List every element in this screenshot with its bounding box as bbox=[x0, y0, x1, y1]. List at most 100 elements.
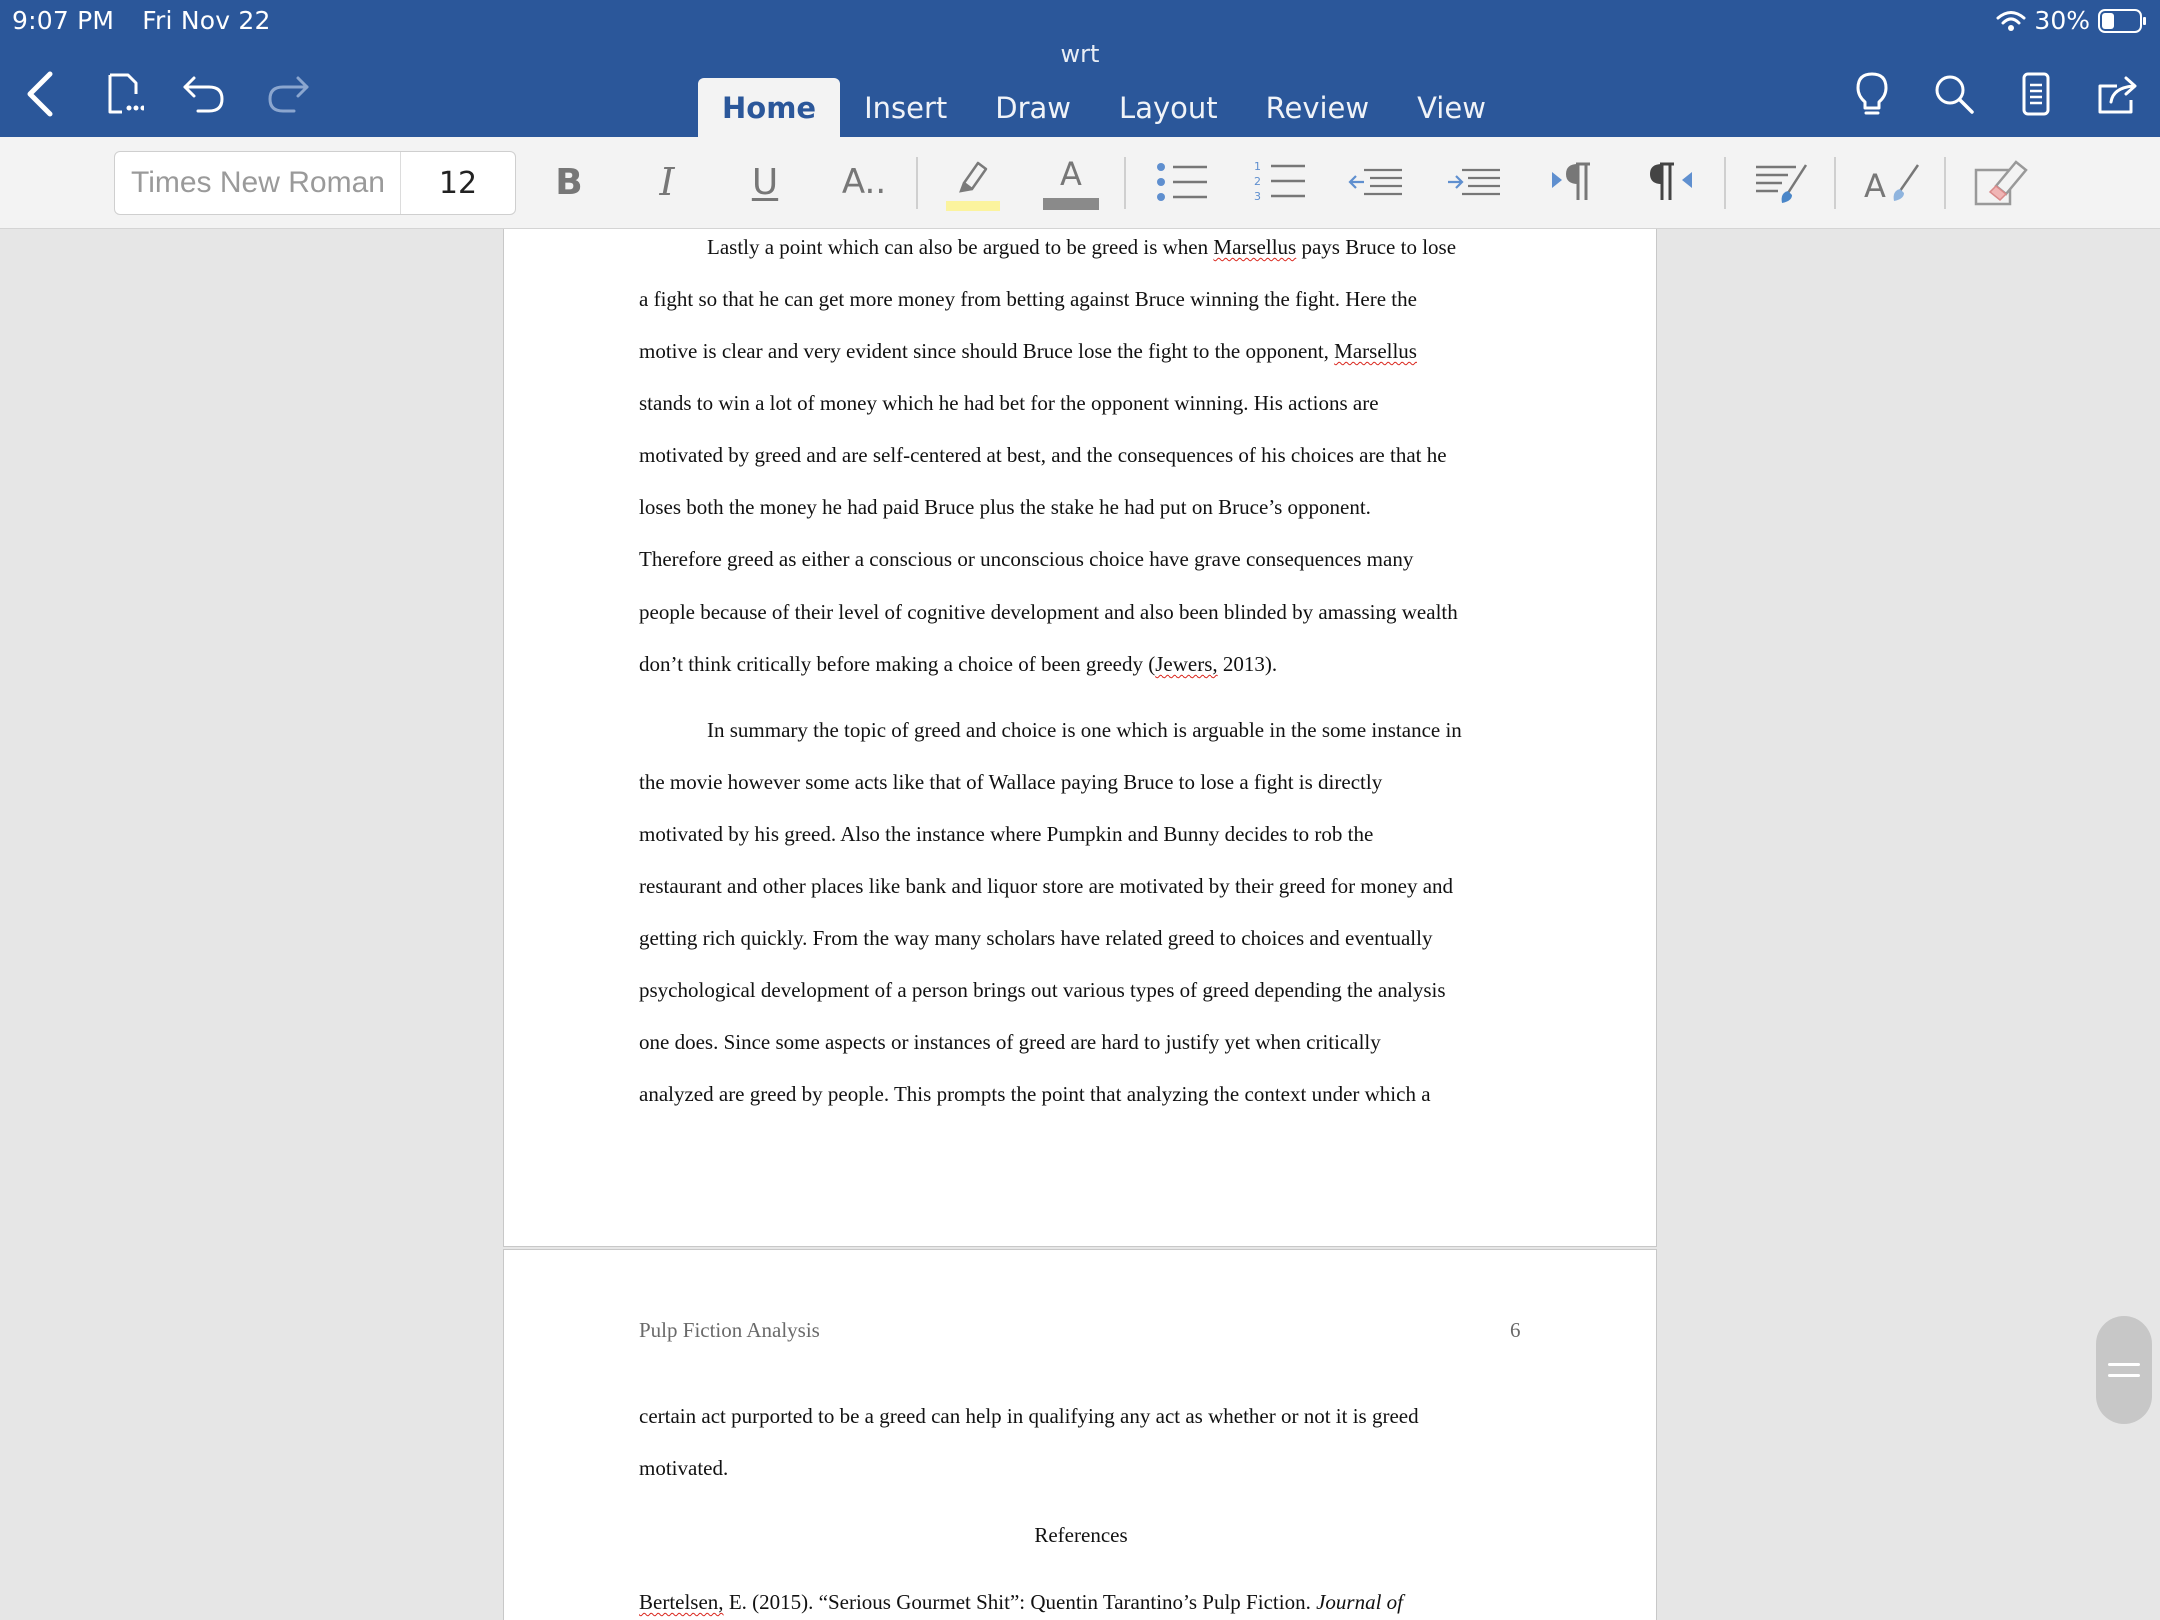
search-icon bbox=[1935, 75, 1974, 114]
reference-entry: Bertelsen, E. (2015). “Serious Gourmet S… bbox=[639, 1590, 1529, 1615]
text-run: motive is clear and very evident since s… bbox=[639, 339, 1335, 363]
spelling-error[interactable]: Marsellus bbox=[1334, 339, 1417, 363]
body-text-line: motivated by his greed. Also the instanc… bbox=[639, 822, 1374, 846]
right-to-left-icon bbox=[1650, 162, 1692, 200]
styles-button[interactable] bbox=[1752, 149, 1810, 215]
body-text-line: getting rich quickly. From the way many … bbox=[639, 926, 1433, 950]
font-picker: Times New Roman 12 bbox=[114, 151, 516, 215]
chevron-left-icon bbox=[27, 71, 53, 117]
search-button[interactable] bbox=[1928, 68, 1980, 120]
status-bar-left: 9:07 PM Fri Nov 22 bbox=[12, 6, 291, 35]
body-text-line: Therefore greed as either a conscious or… bbox=[639, 547, 1414, 571]
body-text-line: one does. Since some aspects or instance… bbox=[639, 1030, 1381, 1054]
text-run: don’t think critically before making a c… bbox=[639, 652, 1156, 676]
svg-text:2: 2 bbox=[1254, 175, 1261, 188]
body-text-line: analyzed are greed by people. This promp… bbox=[639, 1082, 1431, 1106]
bullets-button[interactable] bbox=[1154, 149, 1210, 215]
redo-icon bbox=[268, 76, 309, 113]
outdent-icon bbox=[1348, 168, 1402, 196]
tab-layout[interactable]: Layout bbox=[1095, 78, 1242, 137]
file-icon bbox=[108, 73, 144, 114]
status-bar-right: 30% bbox=[1996, 6, 2148, 35]
tab-draw[interactable]: Draw bbox=[971, 78, 1095, 137]
tab-home[interactable]: Home bbox=[698, 78, 841, 137]
spelling-error[interactable]: Marsellus bbox=[1213, 235, 1296, 259]
eraser-icon bbox=[1974, 160, 2028, 206]
body-text-line: a fight so that he can get more money fr… bbox=[639, 287, 1417, 311]
document-title: wrt bbox=[1060, 40, 1100, 68]
body-text-line: loses both the money he had paid Bruce p… bbox=[639, 495, 1371, 519]
spelling-error[interactable]: Jewers, bbox=[1155, 652, 1217, 676]
mobile-view-button[interactable] bbox=[2010, 68, 2062, 120]
body-text-line: motive is clear and very evident since s… bbox=[639, 339, 1529, 364]
scroll-handle[interactable] bbox=[2096, 1316, 2152, 1424]
body-text-line: stands to win a lot of money which he ha… bbox=[639, 391, 1379, 415]
text-run: 2013). bbox=[1217, 652, 1278, 676]
italic-button[interactable]: I bbox=[644, 149, 690, 215]
tab-view[interactable]: View bbox=[1393, 78, 1510, 137]
rtl-paragraph-button[interactable] bbox=[1646, 149, 1694, 215]
share-button[interactable] bbox=[2092, 68, 2144, 120]
body-text-line: restaurant and other places like bank an… bbox=[639, 874, 1454, 898]
numbering-button[interactable]: 1 2 3 bbox=[1252, 149, 1308, 215]
font-color-button[interactable]: A bbox=[1042, 149, 1100, 215]
format-painter-button[interactable]: A bbox=[1862, 149, 1920, 215]
undo-button[interactable] bbox=[178, 68, 230, 120]
tab-review[interactable]: Review bbox=[1242, 78, 1393, 137]
body-text-line: motivated by greed and are self-centered… bbox=[639, 443, 1447, 467]
bulleted-list-icon bbox=[1157, 163, 1207, 201]
wifi-icon bbox=[1996, 10, 2026, 31]
italic-label: I bbox=[659, 160, 675, 204]
ltr-paragraph-button[interactable] bbox=[1550, 149, 1598, 215]
bold-label: B bbox=[555, 161, 583, 203]
ribbon-divider bbox=[1834, 157, 1836, 209]
body-text-line: people because of their level of cogniti… bbox=[639, 600, 1458, 624]
increase-indent-button[interactable] bbox=[1446, 149, 1502, 215]
document-page[interactable]: Pulp Fiction Analysis 6 certain act purp… bbox=[503, 1249, 1657, 1620]
journal-title: Journal of bbox=[1316, 1590, 1403, 1614]
more-formatting-label: A.. bbox=[841, 162, 887, 202]
page-number: 6 bbox=[1510, 1318, 1521, 1342]
battery-icon bbox=[2098, 8, 2146, 33]
body-text-line: don’t think critically before making a c… bbox=[639, 652, 1529, 677]
highlight-button[interactable] bbox=[944, 149, 1002, 215]
spelling-error[interactable]: Bertelsen, bbox=[639, 1590, 724, 1614]
body-text-line: In summary the topic of greed and choice… bbox=[707, 718, 1462, 742]
ribbon-divider bbox=[1944, 157, 1946, 209]
ribbon-divider bbox=[1124, 157, 1126, 209]
more-formatting-button[interactable]: A.. bbox=[836, 149, 892, 215]
status-time: 9:07 PM bbox=[12, 6, 115, 35]
indent-icon bbox=[1448, 168, 1500, 196]
font-size-field[interactable]: 12 bbox=[401, 166, 515, 201]
text-run: pays Bruce to lose bbox=[1296, 235, 1457, 259]
highlighter-icon bbox=[946, 161, 1000, 211]
phone-icon bbox=[2022, 72, 2050, 116]
body-text-line: psychological development of a person br… bbox=[639, 978, 1446, 1002]
clear-formatting-button[interactable] bbox=[1972, 149, 2030, 215]
underline-button[interactable]: U bbox=[742, 149, 788, 215]
document-page[interactable]: Lastly a point which can also be argued … bbox=[503, 229, 1657, 1247]
tell-me-button[interactable] bbox=[1846, 68, 1898, 120]
tab-insert[interactable]: Insert bbox=[840, 78, 971, 137]
back-button[interactable] bbox=[14, 68, 66, 120]
bold-button[interactable]: B bbox=[546, 149, 592, 215]
text-run: Lastly a point which can also be argued … bbox=[707, 235, 1214, 259]
page-header-title: Pulp Fiction Analysis bbox=[639, 1318, 820, 1342]
ribbon-divider bbox=[916, 157, 918, 209]
status-date: Fri Nov 22 bbox=[142, 6, 271, 35]
lightbulb-icon bbox=[1856, 72, 1888, 115]
decrease-indent-button[interactable] bbox=[1348, 149, 1404, 215]
font-color-label: A bbox=[1060, 155, 1082, 193]
file-menu-button[interactable] bbox=[98, 68, 150, 120]
ribbon-divider bbox=[1724, 157, 1726, 209]
font-color-swatch-group: A bbox=[1043, 154, 1099, 210]
redo-button[interactable] bbox=[262, 68, 314, 120]
underline-label: U bbox=[751, 161, 779, 203]
font-name-field[interactable]: Times New Roman bbox=[115, 152, 401, 214]
references-heading: References bbox=[1034, 1523, 1128, 1547]
battery-percent: 30% bbox=[2034, 6, 2090, 35]
body-text-line: motivated. bbox=[639, 1456, 729, 1480]
svg-text:1: 1 bbox=[1254, 160, 1261, 173]
svg-text:A: A bbox=[1864, 167, 1886, 205]
left-to-right-icon bbox=[1552, 162, 1590, 200]
